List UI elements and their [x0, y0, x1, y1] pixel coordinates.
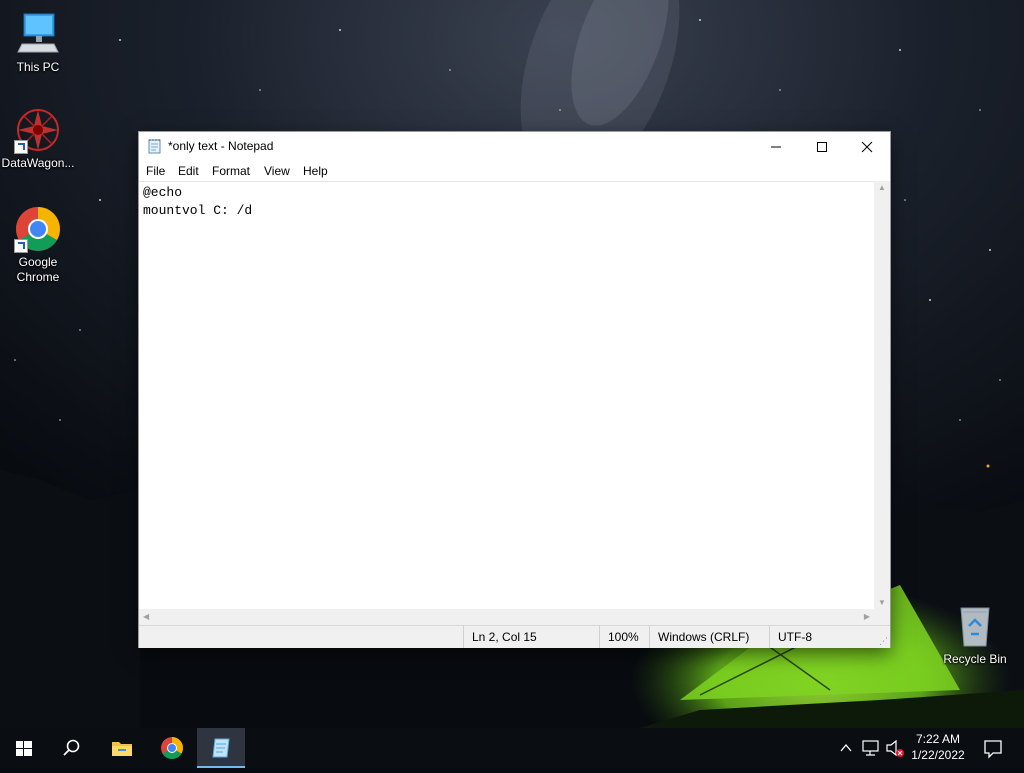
desktop-icon-label: Recycle Bin: [943, 652, 1007, 666]
file-explorer-icon: [112, 742, 132, 756]
chrome-icon: [14, 205, 62, 253]
computer-icon: [14, 10, 62, 58]
maximize-button[interactable]: [799, 132, 845, 161]
chevron-up-icon: [840, 743, 852, 752]
desktop-icon-google-chrome[interactable]: Google Chrome: [0, 205, 76, 285]
action-center-icon: [984, 740, 1002, 759]
menu-help[interactable]: Help: [303, 164, 328, 178]
window-title: *only text - Notepad: [168, 139, 274, 153]
shortcut-arrow-icon: [14, 140, 28, 154]
recycle-bin-icon: [951, 602, 999, 650]
notepad-icon: [148, 138, 162, 154]
network-icon: [862, 740, 879, 756]
taskbar-notepad[interactable]: [197, 728, 245, 768]
status-line-ending: Windows (CRLF): [649, 626, 768, 648]
notepad-icon: [212, 738, 230, 758]
start-button[interactable]: [0, 728, 48, 768]
taskbar: 7:22 AM 1/22/2022: [0, 728, 1024, 768]
minimize-button[interactable]: [753, 132, 799, 161]
close-icon: [861, 141, 873, 153]
volume-muted-icon: [886, 739, 904, 757]
scroll-right-icon[interactable]: ▶: [864, 612, 870, 621]
menu-view[interactable]: View: [264, 164, 290, 178]
volume-button[interactable]: [884, 728, 906, 768]
menu-file[interactable]: File: [146, 164, 165, 178]
resize-grip-icon[interactable]: ⋰: [879, 636, 888, 647]
menu-format[interactable]: Format: [212, 164, 250, 178]
scroll-down-icon[interactable]: ▼: [878, 598, 886, 607]
desktop-icon-this-pc[interactable]: This PC: [0, 10, 76, 75]
notepad-window[interactable]: *only text - Notepad File Edit Format Vi…: [138, 131, 891, 648]
status-zoom: 100%: [599, 626, 648, 648]
taskbar-clock[interactable]: 7:22 AM 1/22/2022: [905, 731, 971, 763]
status-encoding: UTF-8: [769, 626, 878, 648]
close-button[interactable]: [844, 132, 890, 161]
vertical-scrollbar[interactable]: ▲ ▼: [874, 181, 890, 609]
desktop-icon-label: This PC: [16, 60, 60, 74]
windows-start-icon: [16, 741, 32, 756]
maximize-icon: [817, 142, 827, 152]
clock-date: 1/22/2022: [911, 748, 965, 762]
network-button[interactable]: [860, 728, 882, 768]
menu-edit[interactable]: Edit: [178, 164, 199, 178]
desktop-icon-label: Google Chrome: [16, 255, 60, 284]
title-bar[interactable]: *only text - Notepad: [139, 132, 890, 161]
scroll-left-icon[interactable]: ◀: [143, 612, 149, 621]
chrome-icon: [161, 737, 183, 759]
text-editor-area[interactable]: @echo mountvol C: /d: [139, 181, 874, 610]
search-button[interactable]: [48, 728, 96, 768]
search-icon: [63, 739, 80, 756]
editor-content[interactable]: @echo mountvol C: /d: [139, 182, 874, 222]
scroll-up-icon[interactable]: ▲: [878, 183, 886, 192]
menu-bar: File Edit Format View Help: [139, 161, 890, 181]
minimize-icon: [771, 146, 781, 148]
show-hidden-icons-button[interactable]: [838, 728, 854, 768]
datawagon-icon: [14, 106, 62, 154]
status-bar: Ln 2, Col 15 100% Windows (CRLF) UTF-8 ⋰: [139, 625, 890, 648]
action-center-button[interactable]: [978, 728, 1008, 768]
desktop-icon-label: DataWagon...: [1, 156, 75, 170]
taskbar-file-explorer[interactable]: [98, 728, 146, 768]
clock-time: 7:22 AM: [915, 732, 961, 746]
horizontal-scrollbar[interactable]: ◀ ▶: [139, 609, 874, 625]
taskbar-chrome[interactable]: [148, 728, 196, 768]
status-cursor-position: Ln 2, Col 15: [463, 626, 600, 648]
shortcut-arrow-icon: [14, 239, 28, 253]
scrollbar-corner: [874, 609, 890, 625]
desktop-icon-recycle-bin[interactable]: Recycle Bin: [937, 602, 1013, 667]
desktop-icon-datawagon[interactable]: DataWagon...: [0, 106, 76, 171]
